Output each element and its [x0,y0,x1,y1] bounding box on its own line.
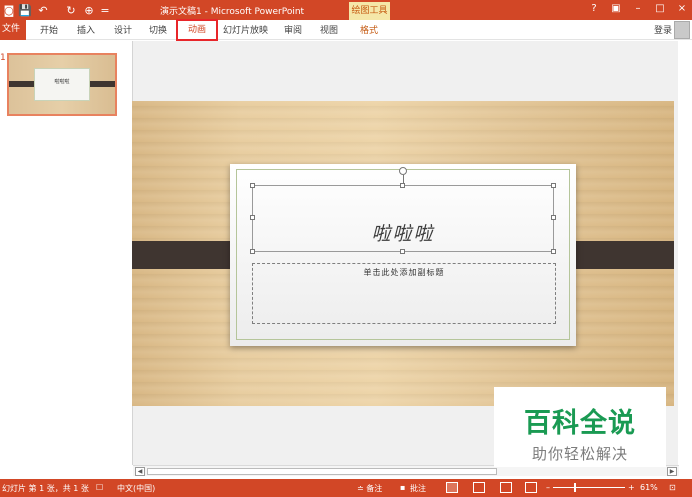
thumbnail-title: 啦啦啦 [54,79,70,85]
slide-thumbnail[interactable]: 啦啦啦 [7,53,117,116]
comments-button[interactable]: 批注 [410,483,426,494]
left-band [132,241,242,269]
tab-design[interactable]: 设计 [114,23,132,36]
tab-format[interactable]: 格式 [360,23,378,36]
resize-handle[interactable] [551,183,556,188]
login-link[interactable]: 登录 [654,23,672,36]
slideshow-view-icon[interactable] [525,482,537,493]
window-title: 演示文稿1 - Microsoft PowerPoint [160,7,305,17]
fit-slide-icon[interactable]: ⊡ [669,483,676,492]
normal-view-icon[interactable] [446,482,458,493]
status-bar: 幻灯片 第 1 张，共 1 张 ☐ 中文(中国) ≐ 备注 ▪ 批注 – + 6… [0,479,692,497]
ribbon-tabs: 文件 开始 插入 设计 切换 动画 幻灯片放映 审阅 视图 格式 登录 [0,19,692,41]
resize-handle[interactable] [400,183,405,188]
resize-handle[interactable] [551,249,556,254]
customize-quick-access-icon[interactable]: = [100,2,110,18]
watermark-sub-text: 助你轻松解决 [531,445,628,463]
ribbon-display-options-icon[interactable]: ▣ [610,3,622,14]
zoom-out-icon[interactable]: – [546,483,550,492]
slide-sorter-icon[interactable] [473,482,485,493]
help-icon[interactable]: ? [588,3,600,14]
zoom-level[interactable]: 61% [640,483,658,492]
tab-view[interactable]: 视图 [320,23,338,36]
zoom-in-icon[interactable]: + [628,483,635,492]
start-from-beginning-icon[interactable]: ⊕ [82,2,96,18]
zoom-slider-thumb[interactable] [574,483,576,492]
avatar[interactable] [674,21,690,39]
tab-review[interactable]: 审阅 [284,23,302,36]
slide[interactable]: 啦啦啦 单击此处添加副标题 [132,101,674,406]
save-icon[interactable]: 💾 [18,2,32,18]
title-bar: ◙ 💾 ↶ ↻ ⊕ = 演示文稿1 - Microsoft PowerPoint… [0,0,692,20]
tab-insert[interactable]: 插入 [77,23,95,36]
resize-handle[interactable] [250,183,255,188]
tab-animations[interactable]: 动画 [176,19,218,41]
zoom-slider[interactable] [553,487,625,488]
tab-slideshow[interactable]: 幻灯片放映 [223,23,268,36]
watermark-main-text: 百科全说 [524,408,636,439]
slide-thumbnail-pane: 1 啦啦啦 [0,41,131,479]
tab-file[interactable]: 文件 [0,20,26,40]
minimize-icon[interactable]: – [632,3,644,14]
rotation-handle[interactable] [399,167,407,175]
drawing-tools-tab-group: 绘图工具 [349,2,390,20]
maximize-icon[interactable]: □ [654,3,666,14]
notes-button[interactable]: ≐ 备注 [357,483,382,494]
language-status[interactable]: 中文(中国) [117,483,155,494]
resize-handle[interactable] [250,249,255,254]
resize-handle[interactable] [400,249,405,254]
comments-icon[interactable]: ▪ [400,483,405,492]
close-icon[interactable]: × [676,3,688,14]
thumbnail-card: 啦啦啦 [34,68,90,101]
scrollbar-thumb[interactable] [147,468,497,475]
tab-home[interactable]: 开始 [40,23,58,36]
tab-transitions[interactable]: 切换 [149,23,167,36]
scroll-right-icon[interactable]: ▶ [667,467,677,476]
window-controls: ? ▣ – □ × [588,3,688,14]
slide-title[interactable]: 啦啦啦 [252,219,554,246]
spelling-check-icon[interactable]: ☐ [96,483,103,492]
scroll-left-icon[interactable]: ◀ [135,467,145,476]
slide-subtitle[interactable]: 单击此处添加副标题 [252,267,556,278]
watermark: 百科全说 助你轻松解决 [494,387,666,467]
slide-count-status: 幻灯片 第 1 张，共 1 张 [2,484,89,493]
right-band [564,241,674,269]
powerpoint-logo-icon[interactable]: ◙ [2,2,16,18]
undo-icon[interactable]: ↶ [36,2,50,18]
reading-view-icon[interactable] [500,482,512,493]
thumbnail-slide-number: 1 [0,53,6,63]
redo-icon[interactable]: ↻ [64,2,78,18]
